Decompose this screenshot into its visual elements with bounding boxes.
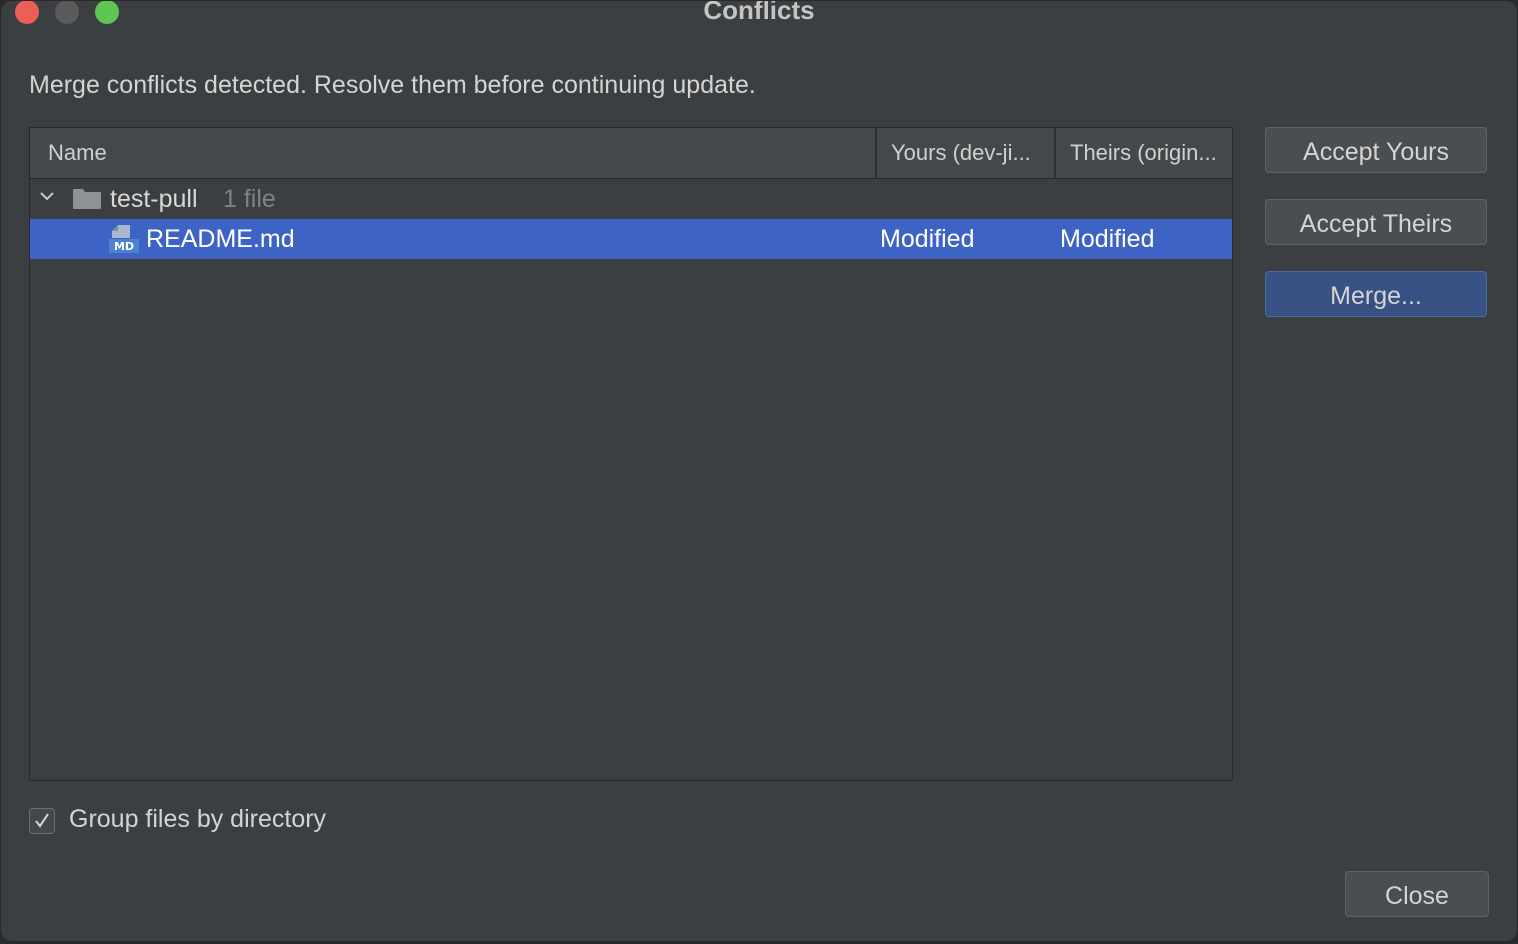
svg-text:MD: MD [114, 240, 134, 253]
column-header-theirs[interactable]: Theirs (origin... [1054, 128, 1248, 178]
checkmark-icon [35, 813, 49, 828]
accept-theirs-button[interactable]: Accept Theirs [1265, 199, 1487, 245]
theirs-status: Modified [1060, 225, 1155, 253]
group-by-directory-label[interactable]: Group files by directory [69, 805, 326, 834]
column-header-yours[interactable]: Yours (dev-ji... [875, 128, 1069, 178]
yours-status: Modified [880, 225, 975, 253]
tree-group-row[interactable]: test-pull 1 file [30, 179, 1232, 219]
file-name: README.md [146, 225, 295, 253]
group-name: test-pull [110, 185, 198, 213]
markdown-file-icon: MD [109, 225, 139, 253]
table-row[interactable]: MD README.md Modified Modified [30, 219, 1232, 259]
conflicts-dialog: Conflicts Merge conflicts detected. Reso… [0, 0, 1518, 942]
conflict-message: Merge conflicts detected. Resolve them b… [29, 71, 756, 99]
dialog-title: Conflicts [703, 0, 815, 25]
column-header-name[interactable]: Name [48, 128, 868, 178]
chevron-down-icon[interactable] [38, 187, 56, 205]
conflicts-table: Name Yours (dev-ji... Theirs (origin... … [29, 127, 1233, 781]
close-button[interactable]: Close [1345, 871, 1489, 917]
group-file-count: 1 file [223, 185, 276, 213]
group-by-directory-checkbox[interactable] [29, 808, 55, 834]
merge-button[interactable]: Merge... [1265, 271, 1487, 317]
folder-icon [73, 189, 101, 209]
accept-yours-button[interactable]: Accept Yours [1265, 127, 1487, 173]
table-header: Name Yours (dev-ji... Theirs (origin... [30, 128, 1232, 179]
